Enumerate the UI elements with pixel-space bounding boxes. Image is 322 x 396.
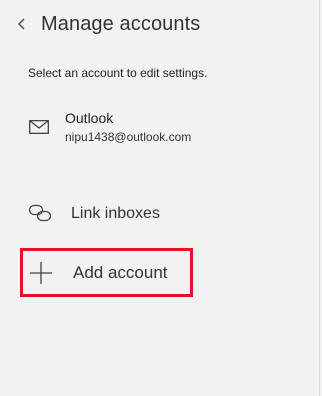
mail-icon — [29, 120, 49, 134]
add-account-label: Add account — [73, 262, 168, 282]
manage-accounts-pane: Manage accounts Select an account to edi… — [0, 0, 320, 396]
account-item-outlook[interactable]: Outlook nipu1438@outlook.com — [0, 104, 319, 154]
chevron-left-icon — [18, 18, 25, 30]
link-icon — [28, 204, 52, 222]
plus-icon — [30, 262, 52, 284]
link-inboxes-label: Link inboxes — [71, 205, 160, 222]
pane-header: Manage accounts — [0, 0, 319, 48]
page-title: Manage accounts — [41, 12, 201, 35]
account-name: Outlook — [65, 110, 114, 126]
account-email: nipu1438@outlook.com — [65, 130, 192, 144]
instruction-text: Select an account to edit settings. — [28, 66, 208, 80]
link-inboxes-button[interactable]: Link inboxes — [0, 194, 319, 234]
back-button[interactable] — [4, 0, 40, 48]
add-account-button[interactable]: Add account — [20, 248, 193, 297]
